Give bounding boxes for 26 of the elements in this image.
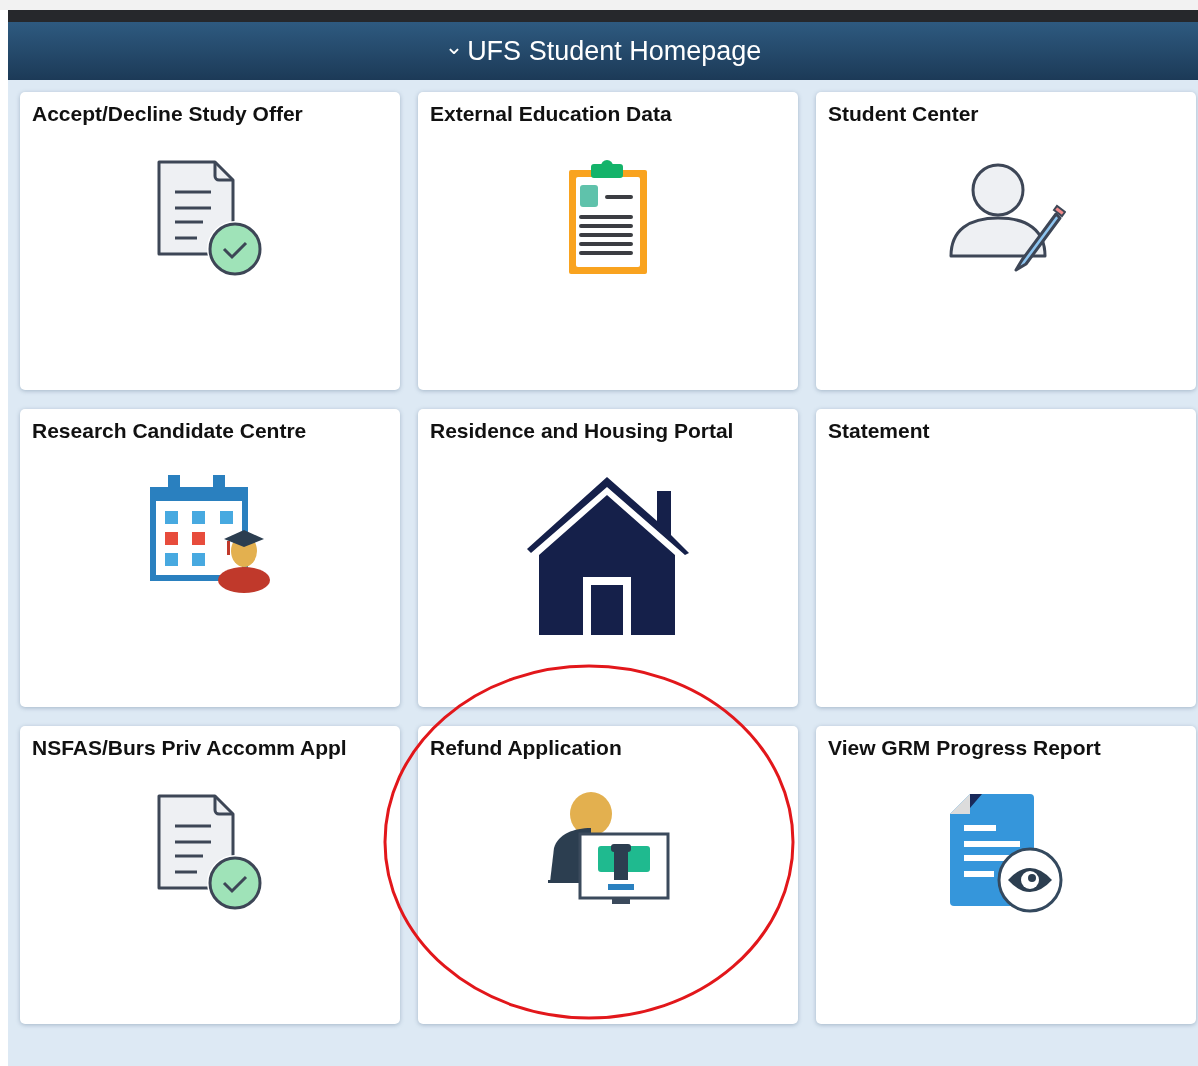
house-icon [525, 475, 691, 637]
app-tile[interactable]: Refund Application [418, 726, 798, 1024]
app-tile[interactable]: NSFAS/Burs Priv Accomm Appl [20, 726, 400, 1024]
tile-title: View GRM Progress Report [828, 736, 1101, 760]
tile-title: Student Center [828, 102, 979, 126]
app-tile[interactable]: External Education Data [418, 92, 798, 390]
caret-icon[interactable]: ⌄ [444, 36, 464, 58]
tile-title: Accept/Decline Study Offer [32, 102, 303, 126]
document-check-icon [156, 792, 264, 910]
app-tile[interactable]: View GRM Progress Report [816, 726, 1196, 1024]
calendar-graduate-icon [148, 475, 272, 593]
tile-title: NSFAS/Burs Priv Accomm Appl [32, 736, 347, 760]
tile-title: Refund Application [430, 736, 622, 760]
app-tile[interactable]: Residence and Housing Portal [418, 409, 798, 707]
document-eye-icon [948, 792, 1064, 914]
tile-title: Research Candidate Centre [32, 419, 307, 443]
document-check-icon [156, 158, 264, 276]
refund-monitor-icon [546, 792, 670, 904]
app-tile[interactable]: Accept/Decline Study Offer [20, 92, 400, 390]
tile-title: Statement [828, 419, 930, 443]
app-tile[interactable]: Research Candidate Centre [20, 409, 400, 707]
app-tile[interactable]: Student Center [816, 92, 1196, 390]
tile-title: External Education Data [430, 102, 672, 126]
app-tile[interactable]: Statement [816, 409, 1196, 707]
tile-title: Residence and Housing Portal [430, 419, 734, 443]
page-title[interactable]: UFS Student Homepage [467, 35, 762, 67]
